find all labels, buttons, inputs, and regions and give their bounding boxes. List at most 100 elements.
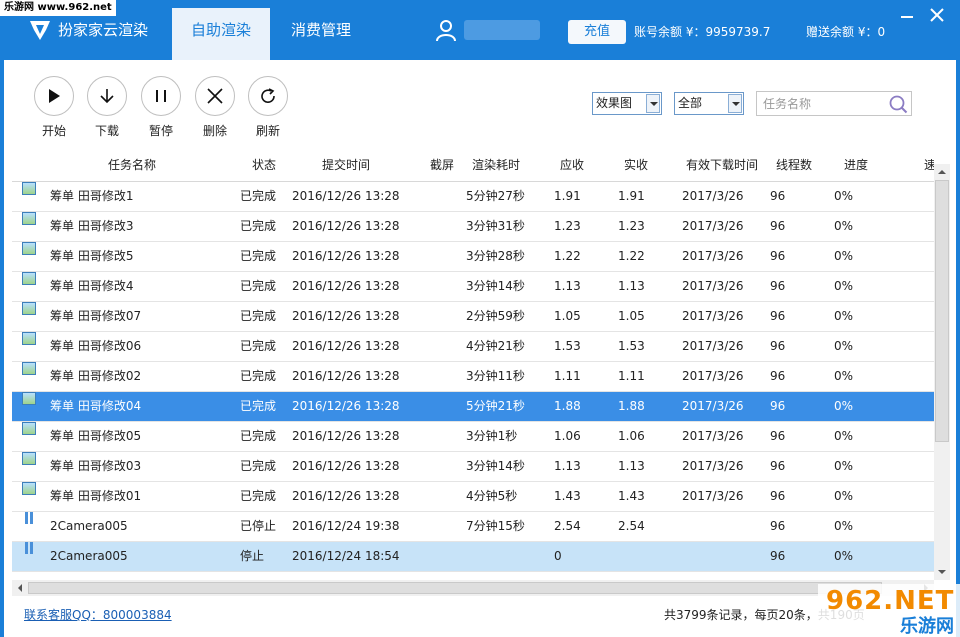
- due-amount: 0: [554, 549, 562, 563]
- table-row[interactable]: 筹单 田哥修改1 已完成 2016/12/26 13:28 5分钟27秒 1.91 1.9…: [12, 182, 934, 212]
- col-speed[interactable]: 速: [924, 148, 934, 182]
- image-icon: [22, 242, 36, 255]
- tab-self-render[interactable]: 自助渲染: [172, 8, 270, 60]
- minimize-icon[interactable]: [896, 4, 918, 26]
- table-row[interactable]: 筹单 田哥修改04 已完成 2016/12/26 13:28 5分钟21秒 1.88 1.…: [12, 392, 934, 422]
- table-row[interactable]: 筹单 田哥修改3 已完成 2016/12/26 13:28 3分钟31秒 1.23 1.2…: [12, 212, 934, 242]
- render-duration: 4分钟21秒: [466, 339, 525, 353]
- image-icon: [22, 422, 36, 435]
- thread-count: 96: [770, 309, 786, 323]
- chevron-down-icon[interactable]: [728, 94, 742, 113]
- horizontal-scroll-thumb[interactable]: [28, 582, 882, 594]
- col-valid-download[interactable]: 有效下载时间: [686, 148, 758, 182]
- gift-balance: 赠送余额 ¥：0: [806, 25, 886, 39]
- due-amount: 1.06: [554, 429, 581, 443]
- thread-count: 96: [770, 189, 786, 203]
- horizontal-scrollbar[interactable]: [12, 580, 934, 596]
- scroll-up-icon[interactable]: [934, 164, 950, 180]
- thread-count: 96: [770, 219, 786, 233]
- col-screenshot[interactable]: 截屏: [430, 148, 454, 182]
- app-logo-icon: [30, 21, 50, 40]
- table-row[interactable]: 筹单 田哥修改4 已完成 2016/12/26 13:28 3分钟14秒 1.13 1.1…: [12, 272, 934, 302]
- vertical-scroll-thumb[interactable]: [935, 180, 949, 442]
- render-duration: 3分钟1秒: [466, 429, 518, 443]
- due-amount: 1.53: [554, 339, 581, 353]
- image-icon: [22, 272, 36, 285]
- table-row[interactable]: 筹单 田哥修改03 已完成 2016/12/26 13:28 3分钟14秒 1.13 1.…: [12, 452, 934, 482]
- submit-time: 2016/12/26 13:28: [292, 369, 400, 383]
- app-title: 扮家家云渲染: [58, 21, 149, 39]
- progress-value: 0%: [834, 399, 854, 413]
- progress-value: 0%: [834, 249, 854, 263]
- render-duration: 3分钟14秒: [466, 459, 525, 473]
- tab-consumption[interactable]: 消费管理: [276, 8, 366, 60]
- progress-value: 0%: [834, 369, 854, 383]
- submit-time: 2016/12/26 13:28: [292, 279, 400, 293]
- task-status: 停止: [240, 549, 265, 563]
- table-row[interactable]: 筹单 田哥修改02 已完成 2016/12/26 13:28 3分钟11秒 1.11 1.…: [12, 362, 934, 392]
- paid-amount: 1.43: [618, 489, 645, 503]
- search-icon[interactable]: [888, 94, 908, 114]
- col-progress[interactable]: 进度: [844, 148, 868, 182]
- progress-value: 0%: [834, 489, 854, 503]
- vertical-scrollbar[interactable]: [934, 164, 950, 580]
- due-amount: 1.91: [554, 189, 581, 203]
- task-name: 筹单 田哥修改01: [50, 489, 142, 503]
- progress-value: 0%: [834, 309, 854, 323]
- col-status[interactable]: 状态: [252, 148, 276, 182]
- paid-amount: 1.13: [618, 459, 645, 473]
- task-status: 已完成: [240, 219, 277, 233]
- table-row[interactable]: 筹单 田哥修改07 已完成 2016/12/26 13:28 2分钟59秒 1.05 1.…: [12, 302, 934, 332]
- render-type-value: 效果图: [596, 96, 633, 110]
- pause-button[interactable]: 暂停: [139, 76, 183, 139]
- submit-time: 2016/12/24 19:38: [292, 519, 400, 533]
- paid-amount: 1.06: [618, 429, 645, 443]
- col-paid[interactable]: 实收: [624, 148, 648, 182]
- due-amount: 2.54: [554, 519, 581, 533]
- start-button[interactable]: 开始: [32, 76, 76, 139]
- col-render-duration[interactable]: 渲染耗时: [472, 148, 520, 182]
- delete-button[interactable]: 删除: [193, 76, 237, 139]
- status-select[interactable]: 全部: [674, 92, 744, 115]
- user-icon[interactable]: [434, 18, 458, 42]
- col-due[interactable]: 应收: [560, 148, 584, 182]
- customer-service-link[interactable]: 联系客服QQ：800003884: [24, 606, 172, 623]
- render-duration: 7分钟15秒: [466, 519, 525, 533]
- download-button[interactable]: 下载: [85, 76, 129, 139]
- chevron-down-icon[interactable]: [646, 94, 660, 113]
- render-duration: 4分钟5秒: [466, 489, 518, 503]
- col-submit-time[interactable]: 提交时间: [322, 148, 370, 182]
- table-row[interactable]: 2Camera005 已停止 2016/12/24 19:38 7分钟15秒 2.54 2…: [12, 512, 934, 542]
- table-row[interactable]: 2Camera005 停止 2016/12/24 18:54 0 96 0%: [12, 542, 934, 572]
- table-row[interactable]: 筹单 田哥修改5 已完成 2016/12/26 13:28 3分钟28秒 1.22 1.2…: [12, 242, 934, 272]
- submit-time: 2016/12/26 13:28: [292, 399, 400, 413]
- thread-count: 96: [770, 489, 786, 503]
- due-amount: 1.23: [554, 219, 581, 233]
- col-task-name[interactable]: 任务名称: [108, 148, 156, 182]
- due-amount: 1.11: [554, 369, 581, 383]
- progress-value: 0%: [834, 339, 854, 353]
- render-duration: 3分钟28秒: [466, 249, 525, 263]
- task-search[interactable]: [756, 91, 912, 116]
- render-type-select[interactable]: 效果图: [592, 92, 662, 115]
- start-label: 开始: [41, 124, 66, 138]
- close-x-icon: [207, 88, 223, 104]
- refresh-button[interactable]: 刷新: [246, 76, 290, 139]
- search-input[interactable]: [757, 92, 881, 115]
- paid-amount: 1.53: [618, 339, 645, 353]
- recharge-button[interactable]: 充值: [568, 20, 626, 44]
- task-name: 筹单 田哥修改03: [50, 459, 142, 473]
- scroll-left-icon[interactable]: [12, 580, 28, 596]
- table-row[interactable]: 筹单 田哥修改05 已完成 2016/12/26 13:28 3分钟1秒 1.06 1.0…: [12, 422, 934, 452]
- submit-time: 2016/12/26 13:28: [292, 309, 400, 323]
- close-icon[interactable]: [926, 4, 948, 26]
- table-row[interactable]: 筹单 田哥修改06 已完成 2016/12/26 13:28 4分钟21秒 1.53 1.…: [12, 332, 934, 362]
- image-icon: [22, 362, 36, 375]
- task-name: 筹单 田哥修改05: [50, 429, 142, 443]
- image-icon: [22, 482, 36, 495]
- task-status: 已停止: [240, 519, 277, 533]
- task-status: 已完成: [240, 489, 277, 503]
- col-threads[interactable]: 线程数: [776, 148, 812, 182]
- table-row[interactable]: 筹单 田哥修改01 已完成 2016/12/26 13:28 4分钟5秒 1.43 1.4…: [12, 482, 934, 512]
- scroll-down-icon[interactable]: [934, 564, 950, 580]
